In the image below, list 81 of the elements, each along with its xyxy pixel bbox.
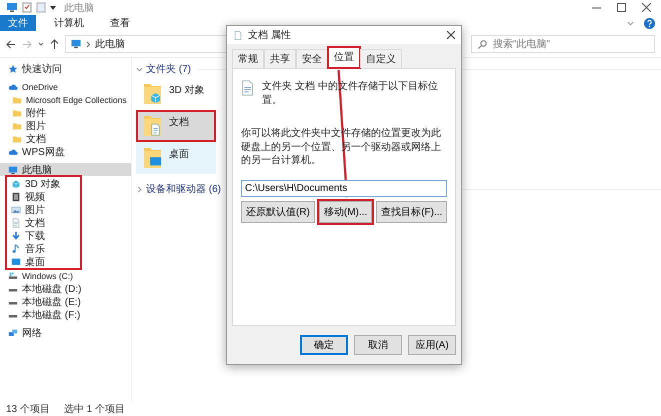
- chevron-icon[interactable]: [136, 66, 143, 72]
- dialog-button[interactable]: 确定: [300, 335, 348, 355]
- cube-icon: [11, 178, 21, 188]
- dialog-tab[interactable]: 共享: [264, 49, 296, 68]
- dialog-title: 文档 属性: [248, 28, 291, 42]
- monitor-icon: [6, 2, 18, 13]
- chevron-icon[interactable]: [136, 186, 143, 192]
- search-input[interactable]: 搜索"此电脑": [491, 38, 648, 50]
- caret-icon[interactable]: [50, 4, 56, 10]
- dialog-tab[interactable]: 常规: [232, 49, 264, 68]
- folder-item[interactable]: 文档: [136, 110, 216, 142]
- search-icon: [478, 40, 487, 48]
- sidebar-item[interactable]: 本地磁盘 (F:): [0, 308, 131, 321]
- dialog-tab[interactable]: 安全: [296, 49, 328, 68]
- path-field[interactable]: C:\Users\H\Documents: [241, 180, 447, 196]
- file-menu-tab[interactable]: 文件: [0, 15, 36, 31]
- window-title: 此电脑: [64, 2, 94, 14]
- action-button[interactable]: 查找目标(F)...: [376, 200, 448, 222]
- dialog-tab[interactable]: 自定义: [360, 49, 402, 68]
- group-header[interactable]: 文件夹 (7): [146, 62, 191, 76]
- ribbon-tab[interactable]: 计算机: [46, 15, 92, 31]
- sidebar-item[interactable]: 图片: [6, 203, 81, 216]
- star-icon: [8, 64, 18, 74]
- chevron-icon: [86, 40, 91, 48]
- sidebar-item[interactable]: 图片: [4, 119, 131, 132]
- sidebar-item[interactable]: 本地磁盘 (E:): [0, 295, 131, 308]
- action-button[interactable]: 还原默认值(R): [241, 200, 315, 222]
- dialog-tab[interactable]: 位置: [328, 47, 360, 68]
- dialog-button[interactable]: 取消: [354, 335, 402, 355]
- selection-count: 选中 1 个项目: [64, 402, 126, 416]
- monitor-icon: [8, 164, 18, 174]
- up-arrow-icon[interactable]: [50, 39, 59, 49]
- chevron-icon[interactable]: [627, 20, 634, 26]
- item-count: 13 个项目: [6, 403, 50, 416]
- desktop-icon: [11, 256, 21, 266]
- network-icon: [8, 328, 18, 338]
- music-note-icon: [11, 244, 21, 254]
- caret-icon[interactable]: [38, 41, 44, 47]
- folder-icon: [142, 113, 164, 139]
- ribbon-tab[interactable]: 查看: [102, 15, 138, 31]
- cloud-icon: [8, 146, 18, 156]
- sidebar-item[interactable]: 文档: [4, 132, 131, 145]
- picture-icon: [11, 204, 21, 214]
- folder-icon: [142, 145, 164, 171]
- address-path: 此电脑: [95, 38, 125, 51]
- sidebar-item[interactable]: OneDrive: [0, 80, 131, 93]
- back-arrow-icon[interactable]: [6, 40, 16, 48]
- folder-item[interactable]: 3D 对象: [136, 78, 216, 110]
- action-button[interactable]: 移动(M)...: [318, 200, 372, 222]
- sidebar-item[interactable]: 附件: [4, 106, 131, 119]
- properties-icon[interactable]: [22, 2, 32, 13]
- folder-item[interactable]: 桌面: [136, 142, 216, 174]
- document-icon: [233, 30, 243, 40]
- close-icon[interactable]: [642, 3, 651, 12]
- sidebar-item[interactable]: 下载: [6, 229, 81, 242]
- sidebar-item[interactable]: Microsoft Edge Collections: [4, 93, 131, 106]
- sidebar-item[interactable]: 桌面: [6, 255, 81, 268]
- sidebar-item[interactable]: 3D 对象: [6, 177, 81, 190]
- maximize-icon[interactable]: [617, 3, 626, 12]
- document-icon: [241, 79, 254, 97]
- dialog-button[interactable]: 应用(A): [408, 335, 456, 355]
- sidebar-item[interactable]: 快速访问: [0, 62, 131, 75]
- film-icon: [11, 192, 21, 202]
- down-arrow-icon: [11, 230, 21, 240]
- sidebar-item[interactable]: 此电脑: [0, 163, 131, 176]
- sidebar-item[interactable]: 本地磁盘 (D:): [0, 282, 131, 295]
- help-icon[interactable]: [644, 18, 655, 28]
- cloud-icon: [8, 82, 18, 92]
- sidebar-item[interactable]: 网络: [0, 326, 131, 339]
- group-header[interactable]: 设备和驱动器 (6): [146, 182, 221, 196]
- search-field[interactable]: 搜索"此电脑": [471, 35, 655, 53]
- sidebar-item[interactable]: Windows (C:): [0, 269, 131, 282]
- monitor-icon: [70, 39, 82, 49]
- document-icon: [11, 218, 21, 228]
- sidebar-item[interactable]: 视频: [6, 190, 81, 203]
- folder-icon: [142, 81, 164, 107]
- sidebar-item[interactable]: WPS网盘: [0, 145, 131, 158]
- sidebar-item[interactable]: 文档: [6, 216, 81, 229]
- sidebar-item[interactable]: 音乐: [6, 242, 81, 255]
- close-icon[interactable]: [447, 31, 455, 39]
- drive-icon: [8, 270, 18, 280]
